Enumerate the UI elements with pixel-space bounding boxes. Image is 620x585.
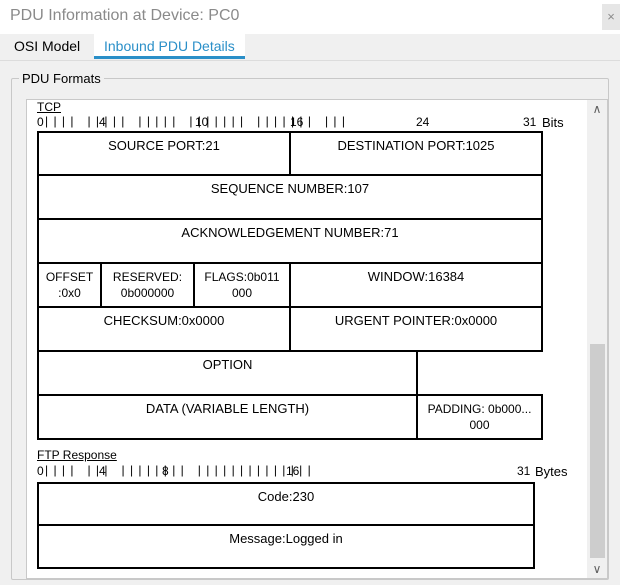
ruler-mark: 31 [523,115,537,129]
tcp-option-padding [416,350,543,396]
ftp-units-label: Bytes [535,464,568,479]
ftp-code: Code:230 [37,482,535,526]
tcp-units-label: Bits [542,115,564,130]
group-label: PDU Formats [19,71,104,86]
ftp-section-title: FTP Response [37,448,117,462]
scroll-thumb[interactable] [590,344,605,558]
tcp-checksum: CHECKSUM:0x0000 [37,306,291,352]
ruler-ticks: | | | | | | | | | | | | | | | | | | | | … [45,114,346,128]
tcp-destination-port: DESTINATION PORT:1025 [289,131,543,176]
tab-bar: OSI Model Inbound PDU Details [0,34,620,61]
vertical-scrollbar[interactable]: ∧ ∨ [587,100,607,578]
ruler-mark: 0 [37,464,44,478]
scroll-down-icon[interactable]: ∨ [587,560,607,578]
pdu-content: TCP 0 4 10 16 24 31 | | | | | | | | | | … [27,100,587,578]
ruler-mark: 0 [37,115,44,129]
scroll-up-icon[interactable]: ∧ [587,100,607,118]
tab-osi-model[interactable]: OSI Model [4,34,90,58]
ruler-mark: 31 [517,464,531,478]
window-title: PDU Information at Device: PC0 [10,7,240,24]
title-bar: PDU Information at Device: PC0 × [0,0,620,34]
tcp-window: WINDOW:16384 [289,262,543,308]
ftp-message: Message:Logged in [37,524,535,569]
tcp-source-port: SOURCE PORT:21 [37,131,291,176]
tcp-urgent-pointer: URGENT POINTER:0x0000 [289,306,543,352]
tcp-sequence-number: SEQUENCE NUMBER:107 [37,174,543,220]
tcp-flags: FLAGS:0b011 000 [193,262,291,308]
tcp-reserved: RESERVED: 0b000000 [100,262,195,308]
tab-inbound-pdu-details[interactable]: Inbound PDU Details [94,34,245,59]
pdu-scroll-pane: TCP 0 4 10 16 24 31 | | | | | | | | | | … [26,99,608,579]
tcp-option: OPTION [37,350,418,396]
tcp-section-title: TCP [37,100,61,114]
tcp-acknowledgement-number: ACKNOWLEDGEMENT NUMBER:71 [37,218,543,264]
close-button[interactable]: × [602,4,620,30]
ruler-ticks: | | | | | | | | | | | | | | | | | | | | … [45,463,312,477]
ruler-mark: 24 [416,115,430,129]
tcp-offset: OFFSET :0x0 [37,262,102,308]
tcp-data: DATA (VARIABLE LENGTH) [37,394,418,440]
tcp-padding: PADDING: 0b000... 000 [416,394,543,440]
